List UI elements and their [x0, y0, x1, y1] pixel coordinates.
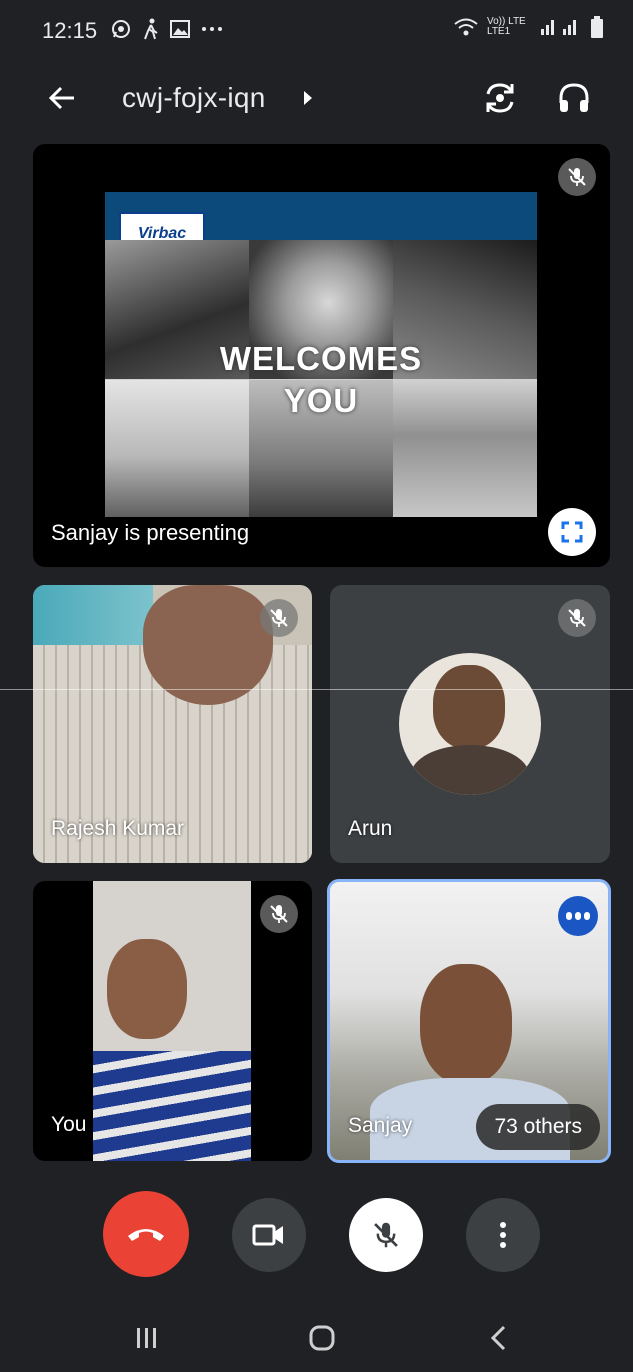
audio-output-button[interactable]	[552, 76, 596, 120]
status-time: 12:15	[42, 18, 98, 43]
presentation-mute-indicator	[558, 158, 596, 196]
participant-name: Rajesh Kumar	[51, 817, 185, 840]
avatar-face	[433, 665, 505, 749]
participant-tile-self[interactable]: You	[33, 881, 312, 1161]
speaking-indicator	[558, 896, 598, 936]
more-vertical-icon	[500, 1222, 506, 1248]
chevron-left-icon	[490, 1325, 506, 1351]
switch-camera-icon	[486, 83, 514, 113]
participant-name: Arun	[348, 817, 393, 840]
avatar-body	[411, 745, 529, 795]
fullscreen-button[interactable]	[548, 508, 596, 556]
end-call-button[interactable]	[103, 1191, 189, 1277]
participant-video-face	[143, 585, 273, 705]
presentation-tile[interactable]: Virbac WELCOMES YOU Sanjay is presenting	[33, 144, 610, 567]
recent-apps-button[interactable]	[122, 1318, 170, 1358]
mic-off-icon	[270, 905, 288, 923]
microphone-toggle-button[interactable]	[349, 1198, 423, 1272]
back-button[interactable]	[40, 76, 84, 120]
speaking-bar	[566, 912, 572, 920]
switch-camera-button[interactable]	[478, 76, 522, 120]
hang-up-icon	[128, 1229, 164, 1241]
camera-toggle-button[interactable]	[232, 1198, 306, 1272]
self-video-feed	[93, 881, 251, 1161]
status-system-icons: Vo)) LTE LTE1	[453, 16, 603, 38]
slide-title-line2: YOU	[283, 382, 359, 419]
speaking-bar	[584, 912, 590, 920]
headphones-icon	[559, 83, 589, 112]
call-controls	[0, 1188, 633, 1278]
walking-icon	[144, 18, 158, 40]
meeting-code[interactable]: cwj-fojx-iqn	[122, 82, 266, 114]
self-video-face	[107, 939, 187, 1039]
mic-off-icon	[568, 168, 586, 186]
gallery-icon	[170, 20, 190, 38]
self-video-shirt	[93, 1051, 251, 1161]
mute-indicator	[558, 599, 596, 637]
meeting-top-bar: cwj-fojx-iqn	[0, 62, 633, 132]
video-camera-icon	[252, 1224, 283, 1246]
back-nav-button[interactable]	[474, 1318, 522, 1358]
presenter-label: Sanjay is presenting	[51, 520, 250, 545]
signal-icon	[541, 20, 576, 35]
whatsapp-icon	[112, 20, 130, 38]
home-icon	[309, 1325, 335, 1351]
avatar	[399, 653, 541, 795]
others-count-label: 73 others	[494, 1115, 582, 1138]
home-button[interactable]	[298, 1318, 346, 1358]
more-options-button[interactable]	[466, 1198, 540, 1272]
sanjay-video-face	[420, 964, 512, 1084]
status-bar: 12:15 Vo)) LTE LTE1	[0, 0, 633, 60]
screen-scanline	[0, 689, 633, 690]
mic-off-icon	[374, 1222, 398, 1248]
system-navigation-bar	[0, 1300, 633, 1372]
mic-off-icon	[568, 609, 586, 627]
participant-name: Sanjay	[348, 1114, 413, 1137]
speaking-bar	[575, 912, 581, 920]
fullscreen-icon	[561, 521, 583, 543]
others-count-pill[interactable]: 73 others	[476, 1104, 600, 1150]
mute-indicator	[260, 895, 298, 933]
slide-title-line1: WELCOMES	[219, 340, 423, 377]
recent-apps-icon	[137, 1328, 156, 1348]
caret-right-icon[interactable]	[302, 89, 314, 107]
mute-indicator	[260, 599, 298, 637]
participant-tile-sanjay[interactable]: Sanjay 73 others	[327, 879, 611, 1163]
carrier-label: Vo)) LTE LTE1	[487, 16, 526, 37]
presentation-slide: Virbac WELCOMES YOU	[105, 192, 537, 517]
wifi-icon	[454, 18, 478, 36]
mic-off-icon	[270, 609, 288, 627]
battery-icon	[591, 16, 603, 38]
participant-tile-rajesh[interactable]: Rajesh Kumar	[33, 585, 312, 863]
more-dots-icon	[202, 27, 222, 31]
participant-name: You	[51, 1113, 87, 1136]
participant-tile-arun[interactable]: Arun	[330, 585, 610, 863]
arrow-left-icon	[48, 86, 74, 110]
status-notification-icons	[110, 18, 224, 40]
